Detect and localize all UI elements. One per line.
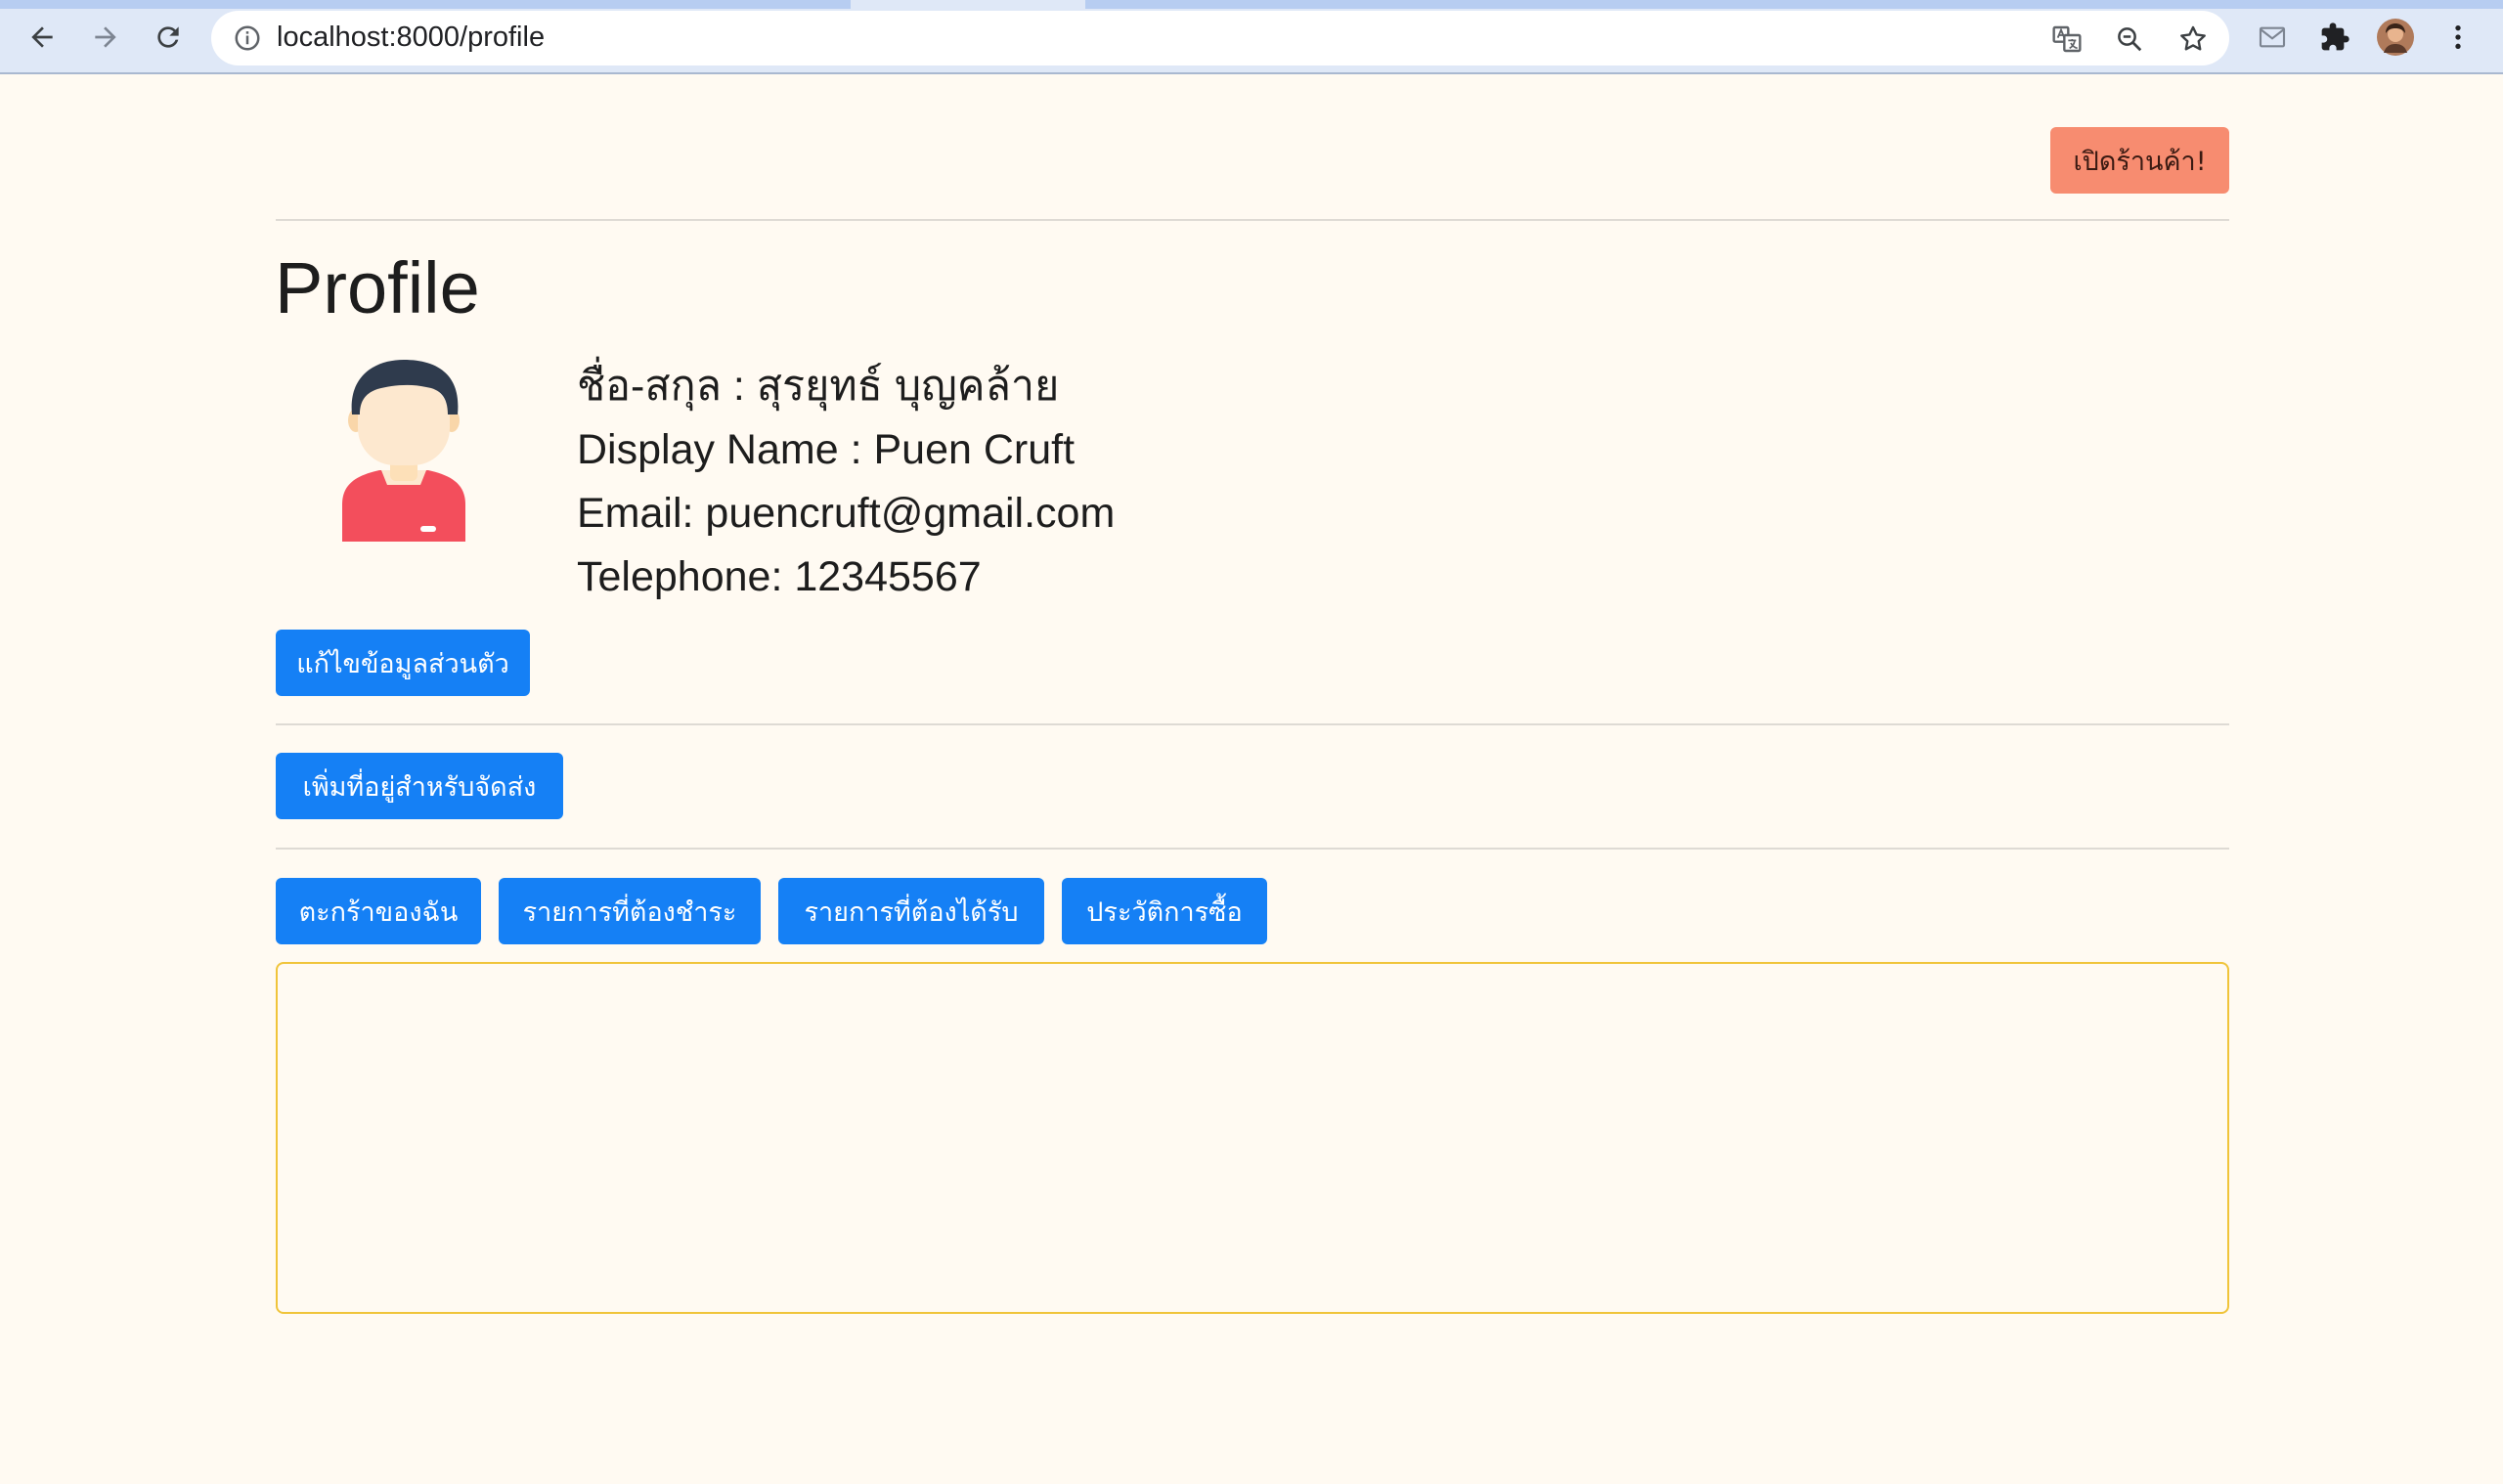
tab-strip (0, 0, 2503, 9)
bookmark-star-icon[interactable] (2176, 22, 2210, 56)
mail-extension-icon[interactable] (2253, 18, 2292, 57)
url-text: localhost:8000/profile (277, 22, 546, 53)
forward-icon[interactable] (84, 16, 127, 59)
display-name-text: Display Name : Puen Cruft (577, 426, 1076, 473)
header-divider (276, 219, 2229, 221)
user-avatar-icon (342, 360, 465, 542)
translate-icon[interactable] (2050, 22, 2084, 56)
page-title: Profile (275, 247, 480, 328)
section-divider (276, 723, 2229, 725)
telephone-text: Telephone: 12345567 (577, 553, 982, 600)
add-address-button[interactable]: เพิ่มที่อยู่สำหรับจัดส่ง (276, 753, 563, 819)
browser-toolbar: localhost:8000/profile (0, 0, 2503, 74)
tab-purchase-history[interactable]: ประวัติการซื้อ (1062, 878, 1267, 944)
address-bar[interactable]: localhost:8000/profile (211, 11, 2229, 65)
orders-content-panel (276, 962, 2229, 1314)
section-divider (276, 848, 2229, 850)
profile-avatar-icon[interactable] (2376, 18, 2415, 57)
tab-my-cart[interactable]: ตะกร้าของฉัน (276, 878, 481, 944)
email-text: Email: puencruft@gmail.com (577, 490, 1116, 537)
tab-to-pay[interactable]: รายการที่ต้องชำระ (499, 878, 761, 944)
open-shop-button[interactable]: เปิดร้านค้า! (2050, 127, 2229, 194)
browser-menu-icon[interactable] (2438, 18, 2478, 57)
reload-icon[interactable] (147, 16, 190, 59)
fullname-text: ชื่อ-สกุล : สุรยุทธ์ บุญคล้าย (577, 363, 1060, 410)
site-info-icon[interactable] (233, 23, 262, 53)
back-icon[interactable] (21, 16, 64, 59)
extensions-puzzle-icon[interactable] (2315, 18, 2354, 57)
edit-profile-button[interactable]: แก้ไขข้อมูลส่วนตัว (276, 630, 530, 696)
zoom-icon[interactable] (2113, 22, 2146, 56)
tab-to-receive[interactable]: รายการที่ต้องได้รับ (778, 878, 1044, 944)
active-tab-indicator (851, 0, 1085, 9)
